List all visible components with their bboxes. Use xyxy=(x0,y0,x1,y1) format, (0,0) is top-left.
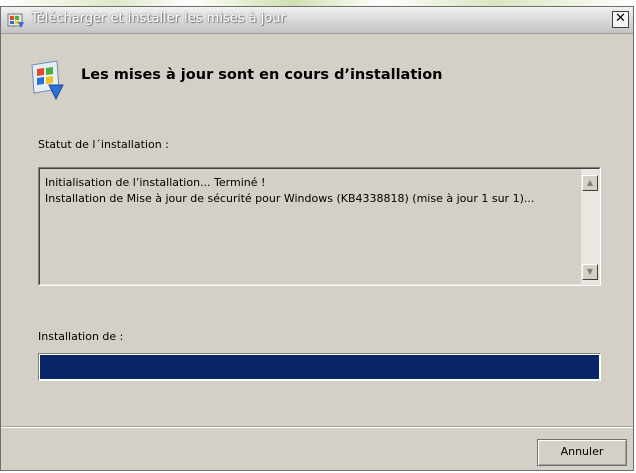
triangle-down-icon: ▼ xyxy=(586,267,594,276)
vertical-scrollbar[interactable]: ▲ ▼ xyxy=(581,169,599,284)
log-line: Initialisation de l’installation... Term… xyxy=(45,176,266,189)
scroll-down-button[interactable]: ▼ xyxy=(582,264,598,280)
title-bar[interactable]: Télécharger et installer les mises à jou… xyxy=(1,7,633,34)
progress-bar xyxy=(38,353,601,381)
windows-update-icon-large xyxy=(31,60,64,101)
install-log[interactable]: Initialisation de l’installation... Term… xyxy=(38,167,601,286)
install-label: Installation de : xyxy=(38,330,124,343)
status-label: Statut de l´installation : xyxy=(38,138,169,151)
triangle-up-icon: ▲ xyxy=(586,178,594,187)
log-line: Installation de Mise à jour de sécurité … xyxy=(45,192,535,205)
windows-update-icon xyxy=(7,13,24,28)
install-log-inner: Initialisation de l’installation... Term… xyxy=(39,168,600,285)
footer-divider xyxy=(1,426,633,428)
install-log-text: Initialisation de l’installation... Term… xyxy=(45,175,573,207)
cancel-button[interactable]: Annuler xyxy=(537,439,627,466)
progress-bar-fill xyxy=(40,355,599,379)
update-dialog: Télécharger et installer les mises à jou… xyxy=(0,6,634,471)
page-title: Les mises à jour sont en cours d’install… xyxy=(81,67,443,83)
close-icon: ✕ xyxy=(615,11,626,26)
window-title: Télécharger et installer les mises à jou… xyxy=(31,11,286,26)
close-button[interactable]: ✕ xyxy=(612,11,629,28)
scroll-up-button[interactable]: ▲ xyxy=(582,175,598,191)
